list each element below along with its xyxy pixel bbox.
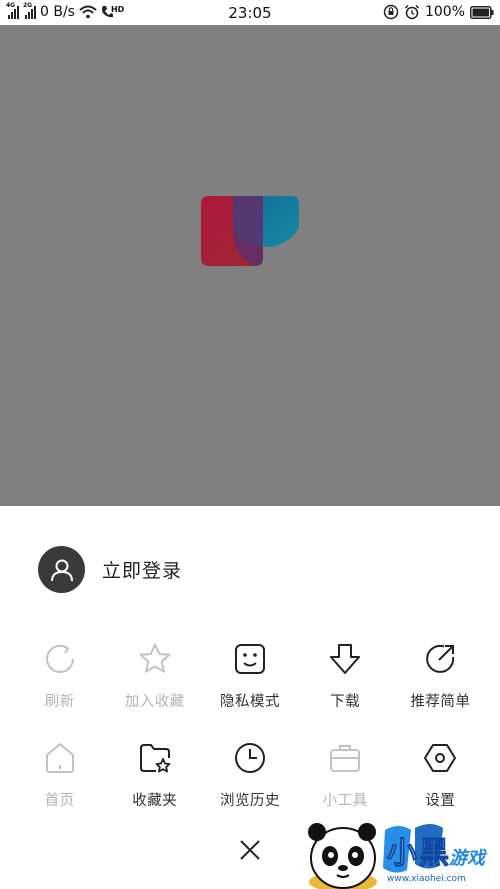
- add-bookmark-button[interactable]: 加入收藏: [107, 642, 202, 711]
- tools-button[interactable]: 小工具: [298, 741, 393, 810]
- download-arrow-icon: [330, 644, 361, 674]
- rotation-lock-icon: [383, 4, 399, 20]
- favorites-label: 收藏夹: [132, 793, 178, 809]
- settings-button[interactable]: 设置: [393, 741, 488, 810]
- settings-hexagon-icon: [424, 744, 457, 772]
- login-entry[interactable]: 立即登录: [38, 546, 182, 593]
- watermark-brand: 小黑: [387, 836, 451, 872]
- home-icon: [45, 743, 74, 773]
- history-label: 浏览历史: [219, 793, 280, 809]
- app-logo-icon: [201, 196, 299, 266]
- home-button[interactable]: 首页: [12, 741, 107, 810]
- star-icon: [139, 643, 171, 673]
- refresh-button[interactable]: 刷新: [12, 642, 107, 711]
- alarm-icon: [404, 4, 419, 20]
- favorites-folder-icon: [139, 744, 171, 773]
- tools-label: 小工具: [322, 793, 368, 809]
- add-bookmark-label: 加入收藏: [124, 694, 185, 710]
- splash-screen: [0, 25, 500, 506]
- private-mode-button[interactable]: 隐私模式: [202, 642, 297, 711]
- share-button[interactable]: 推荐简单: [393, 642, 488, 711]
- download-label: 下载: [330, 694, 361, 710]
- watermark-logo: 小黑 游戏 www.xiaohei.com: [303, 820, 500, 889]
- clock-icon: [234, 743, 265, 773]
- status-right: 100%: [383, 4, 494, 20]
- login-label: 立即登录: [102, 560, 183, 582]
- battery-icon: [470, 5, 494, 19]
- private-mode-label: 隐私模式: [219, 694, 280, 710]
- close-icon[interactable]: [236, 836, 264, 864]
- watermark-sub: 游戏: [449, 848, 485, 869]
- download-button[interactable]: 下载: [298, 642, 393, 711]
- favorites-button[interactable]: 收藏夹: [107, 741, 202, 810]
- menu-row-1: 刷新 加入收藏 隐私模式 下载 推荐简单: [12, 642, 488, 711]
- menu-row-2: 首页 收藏夹 浏览历史 小工具 设置: [12, 741, 488, 810]
- settings-label: 设置: [425, 793, 456, 809]
- home-label: 首页: [44, 793, 75, 809]
- battery-level: 100%: [424, 4, 465, 20]
- private-face-icon: [234, 644, 265, 674]
- history-button[interactable]: 浏览历史: [202, 741, 297, 810]
- watermark-url: www.xiaohei.com: [387, 874, 466, 884]
- user-icon: [38, 546, 85, 593]
- share-icon: [426, 644, 455, 673]
- toolbox-icon: [330, 745, 361, 772]
- refresh-label: 刷新: [44, 694, 75, 710]
- share-label: 推荐简单: [410, 694, 471, 710]
- status-bar: 4G 2G 0 B/s HD 23:05 100%: [0, 0, 500, 25]
- refresh-icon: [45, 645, 74, 673]
